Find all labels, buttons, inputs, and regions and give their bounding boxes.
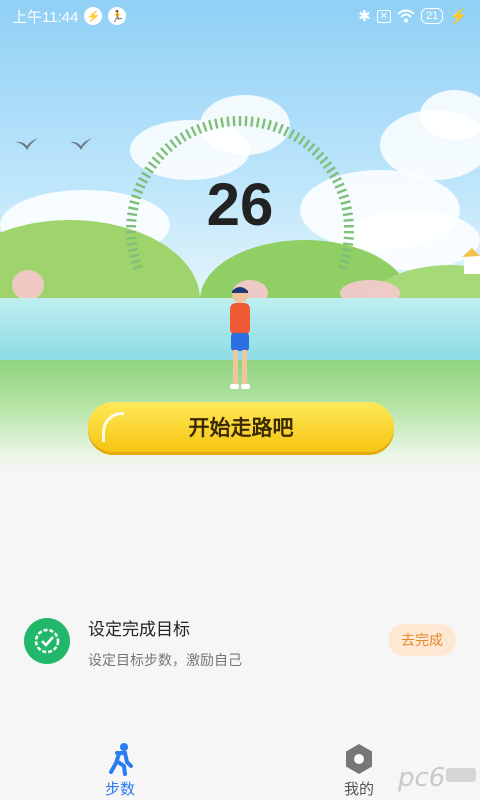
bolt-icon: ⚡	[84, 7, 103, 25]
gauge-tick	[339, 259, 350, 265]
gauge-tick	[267, 119, 273, 131]
nav-label-mine: 我的	[343, 780, 374, 798]
gauge-tick	[159, 147, 169, 157]
gauge-tick	[302, 139, 311, 149]
gauge-tick	[174, 135, 182, 146]
bird-icon	[16, 138, 38, 150]
gauge-tick	[255, 117, 260, 128]
gauge-tick	[307, 142, 316, 153]
gauge-tick	[184, 129, 192, 139]
gauge-tick	[244, 116, 248, 127]
gauge-tick	[272, 121, 278, 132]
button-shine	[102, 412, 124, 442]
no-sim-icon: ✕	[376, 9, 392, 23]
gauge-tick	[147, 161, 158, 169]
gauge-tick	[196, 123, 203, 135]
runner-icon: 🏃	[108, 7, 127, 25]
gauge-tick	[288, 129, 296, 139]
gauge-tick	[342, 242, 354, 246]
gauge-tick	[220, 117, 225, 128]
gauge-tick	[226, 116, 230, 127]
gauge-tick	[340, 253, 352, 259]
nav-label-steps: 步数	[104, 780, 135, 798]
gauge-tick	[250, 116, 254, 127]
gauge-tick	[261, 118, 266, 129]
task-description: 设定目标步数，激励自己	[88, 653, 242, 669]
gauge-tick	[190, 126, 197, 137]
gauge-tick	[132, 264, 143, 271]
goal-task: 设定完成目标 设定目标步数，激励自己 去完成	[0, 608, 480, 678]
gauge-tick	[283, 126, 290, 137]
gauge-tick	[128, 253, 140, 259]
gauge-tick	[315, 151, 325, 161]
gauge-tick	[293, 132, 301, 142]
gauge-tick	[130, 259, 141, 265]
svg-text:pc6: pc6	[398, 763, 445, 793]
house-icon	[462, 248, 480, 274]
gauge-tick	[164, 142, 173, 153]
step-count: 26	[206, 171, 274, 238]
gauge-tick	[319, 156, 329, 165]
gauge-tick	[322, 161, 333, 169]
gauge-tick	[155, 151, 165, 161]
gauge-tick	[342, 247, 353, 253]
status-bar: 上午11:44 ⚡ 🏃 ✱ ✕ 21 ⚡	[0, 0, 480, 32]
walker-figure	[230, 287, 250, 389]
start-walking-button[interactable]: 开始走路吧	[88, 402, 394, 452]
bird-icon	[70, 138, 92, 150]
gauge-tick	[126, 242, 138, 246]
goal-badge-icon	[24, 618, 70, 664]
gauge-tick	[337, 264, 348, 271]
nav-item-mine[interactable]: 我的	[314, 736, 404, 800]
nav-item-steps[interactable]: 步数	[75, 736, 165, 800]
task-title: 设定完成目标	[88, 620, 190, 640]
battery-indicator: 21	[421, 8, 444, 24]
complete-task-button[interactable]: 去完成	[388, 624, 456, 656]
charging-icon: ⚡	[449, 8, 468, 25]
start-walking-label: 开始走路吧	[188, 416, 294, 440]
wifi-icon	[397, 9, 415, 23]
walker-icon	[109, 743, 133, 776]
gauge-tick	[298, 135, 306, 146]
gauge-tick	[214, 118, 219, 129]
hexagon-icon	[346, 744, 372, 774]
bluetooth-icon: ✱	[358, 8, 371, 25]
status-time: 上午11:44	[12, 8, 79, 26]
gauge-tick	[179, 132, 187, 142]
gauge-tick	[311, 147, 321, 157]
gauge-tick	[232, 116, 236, 127]
battery-level: 21	[426, 10, 439, 22]
gauge-tick	[202, 121, 208, 132]
pc6-watermark-logo: pc6	[398, 763, 476, 793]
gauge-tick	[127, 247, 138, 253]
gauge-tick	[169, 139, 178, 149]
gauge-tick	[207, 119, 213, 131]
gauge-tick	[151, 156, 161, 165]
gauge-tick	[277, 123, 284, 135]
